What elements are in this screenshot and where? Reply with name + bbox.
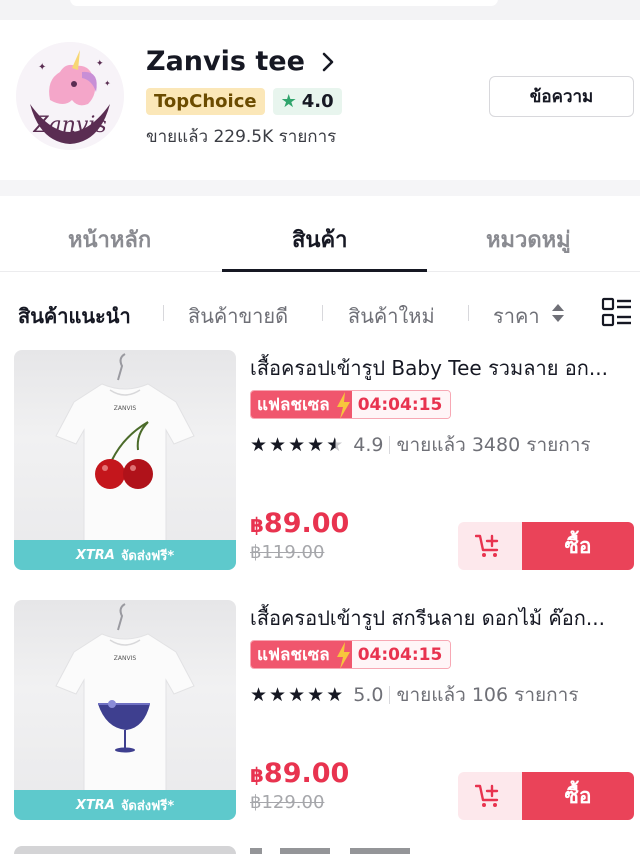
star-icon: ★ (269, 684, 287, 706)
half-star-icon: ★ (326, 434, 344, 456)
rating-divider (389, 436, 391, 454)
svg-text:ZANVIS: ZANVIS (114, 405, 137, 412)
price-value: 89.00 (263, 758, 350, 789)
lightning-icon (333, 391, 352, 418)
shop-sold-total: ขายแล้ว 229.5K รายการ (146, 127, 337, 147)
product-sold-count: ขายแล้ว 3480 รายการ (396, 434, 591, 456)
cart-plus-icon (475, 784, 499, 807)
shop-avatar[interactable]: ✦ ✦ ✦ Zanvis (16, 42, 124, 150)
product-price: ฿89.00 (250, 758, 349, 789)
sort-arrows-icon[interactable] (551, 302, 565, 324)
star-icon: ★ (288, 434, 306, 456)
currency-symbol: ฿ (250, 513, 264, 537)
search-bar-edge[interactable] (70, 0, 498, 6)
tab-categories[interactable]: หมวดหมู่ (486, 222, 571, 257)
tab-products[interactable]: สินค้า (292, 222, 348, 257)
rating-divider (389, 686, 391, 704)
currency-symbol: ฿ (250, 763, 264, 787)
sort-divider (322, 305, 323, 321)
rating-stars: ★ ★ ★ ★ ★ (250, 434, 343, 456)
flash-sale-tag: แฟลชเซล 04:04:15 (250, 390, 452, 419)
product-image (14, 846, 236, 854)
free-shipping-text: จัดส่งฟรี* (120, 548, 175, 564)
sort-recommended[interactable]: สินค้าแนะนำ (18, 300, 131, 332)
product-rating-row: ★ ★ ★ ★ ★ 5.0 ขายแล้ว 106 รายการ (250, 680, 579, 710)
shop-rating-badge: ★ 4.0 (272, 88, 342, 115)
product-card[interactable]: ZANVIS XTRA จัดส่งฟรี* เสื้อครอปเข้ารูป … (0, 600, 640, 850)
product-rating-value: 4.9 (353, 434, 384, 456)
star-icon: ★ (280, 91, 297, 112)
star-icon: ★ (307, 684, 325, 706)
flash-sale-countdown: 04:04:15 (351, 641, 451, 668)
product-sold-count: ขายแล้ว 106 รายการ (396, 684, 579, 706)
svg-text:ZANVIS: ZANVIS (114, 655, 137, 662)
rating-stars: ★ ★ ★ ★ ★ (250, 684, 343, 706)
cocktail-tee-icon: ZANVIS (55, 603, 195, 793)
product-title-peek (250, 848, 634, 854)
free-shipping-band: XTRA จัดส่งฟรี* (14, 790, 236, 820)
add-to-cart-button[interactable] (458, 522, 522, 570)
product-price: ฿89.00 (250, 508, 349, 539)
free-shipping-text: จัดส่งฟรี* (120, 798, 175, 814)
star-icon: ★ (326, 684, 344, 706)
flash-sale-label: แฟลชเซล (251, 641, 334, 668)
original-price: ฿119.00 (250, 542, 325, 563)
sort-new[interactable]: สินค้าใหม่ (348, 300, 435, 332)
shop-badges: TopChoice ★ 4.0 (146, 88, 342, 115)
chevron-right-icon (322, 52, 334, 71)
star-icon: ★ (307, 434, 325, 456)
product-rating-value: 5.0 (353, 684, 384, 706)
shop-header: ✦ ✦ ✦ Zanvis Zanvis tee TopChoice ★ 4.0 … (0, 20, 640, 180)
top-strip (0, 0, 640, 20)
product-title[interactable]: เสื้อครอปเข้ารูป Baby Tee รวมลาย อก... (250, 352, 634, 384)
flash-sale-countdown: 04:04:15 (351, 391, 451, 418)
product-title[interactable]: เสื้อครอปเข้ารูป สกรีนลาย ดอกไม้ ค๊อก... (250, 602, 634, 634)
svg-text:✦: ✦ (38, 62, 46, 73)
flash-sale-tag: แฟลชเซล 04:04:15 (250, 640, 452, 669)
sort-bar: สินค้าแนะนำ สินค้าขายดี สินค้าใหม่ ราคา (0, 272, 640, 352)
lightning-icon (333, 641, 352, 668)
star-icon: ★ (269, 434, 287, 456)
tab-home[interactable]: หน้าหลัก (68, 222, 151, 257)
unicorn-logo-icon: ✦ ✦ ✦ Zanvis (16, 42, 124, 150)
product-image[interactable]: ZANVIS XTRA จัดส่งฟรี* (14, 600, 236, 820)
product-rating-row: ★ ★ ★ ★ ★ 4.9 ขายแล้ว 3480 รายการ (250, 430, 591, 460)
shop-tabs: หน้าหลัก สินค้า หมวดหมู่ (0, 196, 640, 272)
price-value: 89.00 (263, 508, 350, 539)
topchoice-badge: TopChoice (146, 88, 265, 115)
star-icon: ★ (288, 684, 306, 706)
message-button[interactable]: ข้อความ (489, 76, 634, 117)
next-product-peek (0, 846, 640, 854)
grid-layout-icon[interactable] (601, 296, 633, 328)
sort-best-selling[interactable]: สินค้าขายดี (188, 300, 288, 332)
section-divider (0, 180, 640, 196)
buy-button[interactable]: ซื้อ (522, 772, 634, 820)
shop-name[interactable]: Zanvis tee (146, 46, 305, 77)
free-shipping-band: XTRA จัดส่งฟรี* (14, 540, 236, 570)
star-icon: ★ (250, 434, 268, 456)
star-icon: ★ (250, 684, 268, 706)
shop-rating-value: 4.0 (301, 91, 334, 112)
cherry-tee-icon: ZANVIS (55, 353, 195, 543)
svg-text:✦: ✦ (104, 79, 111, 88)
add-to-cart-button[interactable] (458, 772, 522, 820)
cart-plus-icon (475, 534, 499, 557)
product-image[interactable]: ZANVIS XTRA จัดส่งฟรี* (14, 350, 236, 570)
buy-button[interactable]: ซื้อ (522, 522, 634, 570)
svg-text:Zanvis: Zanvis (32, 113, 106, 138)
product-card[interactable]: ZANVIS XTRA จัดส่งฟรี* เสื้อครอปเข้ารูป … (0, 350, 640, 600)
sort-divider (163, 305, 164, 321)
original-price: ฿129.00 (250, 792, 325, 813)
xtra-label: XTRA (75, 797, 115, 813)
shop-name-row[interactable]: Zanvis tee (146, 46, 339, 77)
svg-text:✦: ✦ (96, 59, 104, 69)
sort-price[interactable]: ราคา (493, 300, 540, 332)
flash-sale-label: แฟลชเซล (251, 391, 334, 418)
sort-divider (468, 305, 469, 321)
xtra-label: XTRA (75, 547, 115, 563)
